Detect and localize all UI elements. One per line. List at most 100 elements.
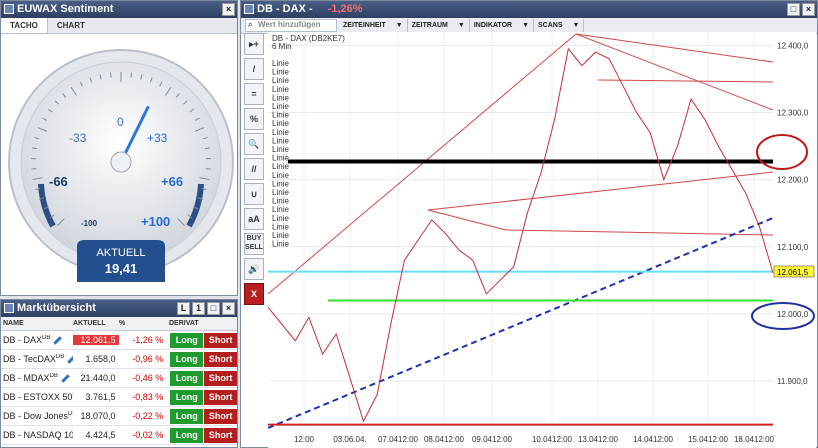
add-symbol-placeholder: Wert hinzufügen — [258, 20, 321, 29]
chevron-down-icon: ▼ — [522, 21, 530, 29]
x-tick-label: 13.0412:00 — [578, 435, 619, 444]
close-icon[interactable]: × — [222, 3, 235, 16]
x-tick-label: 12:00 — [294, 435, 315, 444]
market-overview-panel: Marktübersicht L 1 □ × NAME AKTUELL % DE… — [0, 299, 238, 448]
header-aktuell: AKTUELL — [73, 320, 106, 327]
pencil-icon[interactable] — [61, 374, 70, 383]
short-button[interactable]: Short — [204, 427, 238, 443]
menu-indikator-label: INDIKATOR — [473, 21, 513, 29]
close-icon[interactable]: × — [222, 302, 235, 315]
text-tool-icon[interactable]: aA — [244, 208, 264, 230]
market-row-value: 3.761,5 — [85, 392, 116, 402]
short-button[interactable]: Short — [204, 351, 238, 367]
market-row-value: 18.070,0 — [80, 411, 116, 421]
market-row-name: DB - Dow JonesDB — [1, 411, 73, 421]
x-tick-label: 09.0412:00 — [472, 435, 513, 444]
chevron-down-icon: ▼ — [572, 21, 580, 29]
sentiment-titlebar: EUWAX Sentiment × — [1, 1, 237, 18]
market-row[interactable]: DB - ESTOXX 50DB 3.761,5 -0,83 % LongShort — [1, 388, 238, 407]
gauge-tick — [130, 72, 133, 78]
delete-tool-icon[interactable]: X — [244, 283, 264, 305]
arc-tool-icon[interactable]: ∪ — [244, 183, 264, 205]
menu-scans[interactable]: SCANS ▼ — [534, 18, 585, 33]
gauge-label-m100: -100 — [81, 219, 98, 228]
x-tick-label: 15.0412:00 — [688, 435, 729, 444]
menu-indikator[interactable]: INDIKATOR ▼ — [470, 18, 535, 33]
market-row[interactable]: DB - MDAXDB 21.440,0 -0,46 % Long Short — [1, 369, 238, 388]
short-button[interactable]: Short — [204, 389, 238, 405]
y-tick-label: 12.200,0 — [777, 176, 809, 185]
chart-window-icon — [244, 4, 254, 14]
market-row-sup: DB — [55, 354, 65, 360]
long-button[interactable]: Long — [170, 389, 204, 405]
menu-zeiteinheit[interactable]: ZEITEINHEIT ▼ — [339, 18, 408, 33]
pencil-icon[interactable] — [53, 336, 63, 345]
market-row-pct: -0,02 % — [132, 430, 164, 440]
market-row-name: DB - DAXDB — [1, 335, 73, 345]
chart-window-title: DB - DAX - — [257, 3, 313, 15]
channel-tool-icon[interactable]: // — [244, 158, 264, 180]
market-row[interactable]: DB - Dow JonesDB 18.070,0 -0,22 % LongShort — [1, 407, 238, 426]
price-chart[interactable]: LinieLinieLinieLinieLinieLinieLinieLinie… — [268, 32, 816, 448]
x-tick-label: 03.06.04. — [333, 435, 366, 444]
market-row-name: DB - NASDAQ 100 — [3, 430, 73, 440]
buy-sell-tool-icon[interactable]: BUY SELL — [244, 233, 264, 255]
short-button[interactable]: Short — [204, 332, 238, 348]
long-button[interactable]: Long — [170, 427, 204, 443]
sentiment-title: EUWAX Sentiment — [17, 3, 114, 15]
sentiment-tabs: TACHO CHART — [1, 18, 237, 34]
line-labels: LinieLinieLinieLinieLinieLinieLinieLinie… — [272, 59, 289, 249]
header-name: NAME — [3, 320, 24, 327]
long-button[interactable]: Long — [170, 370, 204, 386]
long-button[interactable]: Long — [170, 408, 204, 424]
sentiment-gauge: -100 -66 -33 0 +33 +66 +100 AKTUELL 19,4… — [8, 49, 234, 282]
long-button[interactable]: Long — [170, 351, 204, 367]
gauge-label-m33: -33 — [69, 131, 87, 145]
gauge-label-p66: +66 — [161, 174, 183, 189]
x-tick-label: 10.0412:00 — [532, 435, 573, 444]
close-icon[interactable]: × — [802, 3, 815, 16]
market-row-pct: -1,26 % — [132, 335, 164, 345]
market-row[interactable]: DB - TecDAXDB 1.658,0 -0,96 % Long Short — [1, 350, 238, 369]
tab-chart[interactable]: CHART — [48, 18, 94, 33]
y-tick-label: 12.300,0 — [777, 109, 809, 118]
horizontal-line-tool-icon[interactable]: = — [244, 83, 264, 105]
market-row[interactable]: DB - NASDAQ 100 4.424,5 -0,02 % Long Short — [1, 426, 238, 445]
line-tool-icon[interactable]: / — [244, 58, 264, 80]
long-button[interactable]: Long — [170, 332, 204, 348]
sound-tool-icon[interactable]: 🔊 — [244, 258, 264, 280]
maximize-icon[interactable]: □ — [787, 3, 800, 16]
market-row-value: 12.061,5 — [72, 335, 119, 345]
short-button[interactable]: Short — [204, 370, 238, 386]
window-1-icon[interactable]: 1 — [192, 302, 205, 315]
market-row-pct: -0,83 % — [132, 392, 164, 402]
last-value: 12.061,5 — [777, 268, 809, 277]
zoom-tool-icon[interactable]: 🔍 — [244, 133, 264, 155]
market-table-body: DB - DAXDB 12.061,5 -1,26 % Long Short DB - T… — [1, 331, 238, 445]
percent-tool-icon[interactable]: % — [244, 108, 264, 130]
header-derivat: DERIVAT — [169, 320, 199, 327]
link-icon[interactable]: L — [177, 302, 190, 315]
menu-zeitraum-label: ZEITRAUM — [411, 21, 448, 29]
tab-tacho[interactable]: TACHO — [1, 18, 48, 33]
x-tick-label: 14.0412:00 — [633, 435, 674, 444]
market-title: Marktübersicht — [17, 302, 96, 314]
cursor-tool-icon[interactable]: ▸+ — [244, 33, 264, 55]
gauge-label-0: 0 — [117, 115, 124, 129]
maximize-icon[interactable]: □ — [207, 302, 220, 315]
market-row[interactable]: DB - DAXDB 12.061,5 -1,26 % Long Short — [1, 331, 238, 350]
menu-zeitraum[interactable]: ZEITRAUM ▼ — [408, 18, 470, 33]
gauge-tick — [109, 72, 112, 78]
y-tick-label: 11.900,0 — [777, 377, 808, 386]
gauge-caption: AKTUELL — [97, 247, 146, 259]
line-label: Linie — [272, 240, 289, 249]
x-tick-label: 08.0412:00 — [424, 435, 465, 444]
market-row-value: 1.658,0 — [85, 354, 116, 364]
market-row-name: DB - TecDAXDB — [1, 354, 73, 364]
short-button[interactable]: Short — [204, 408, 238, 424]
x-tick-label: 18.0412:00 — [734, 435, 775, 444]
market-row-pct: -0,96 % — [132, 354, 164, 364]
market-row-name: DB - MDAXDB — [1, 373, 73, 383]
y-tick-label: 12.000,0 — [777, 310, 809, 319]
add-symbol-input[interactable]: ⌕ Wert hinzufügen — [245, 19, 337, 32]
